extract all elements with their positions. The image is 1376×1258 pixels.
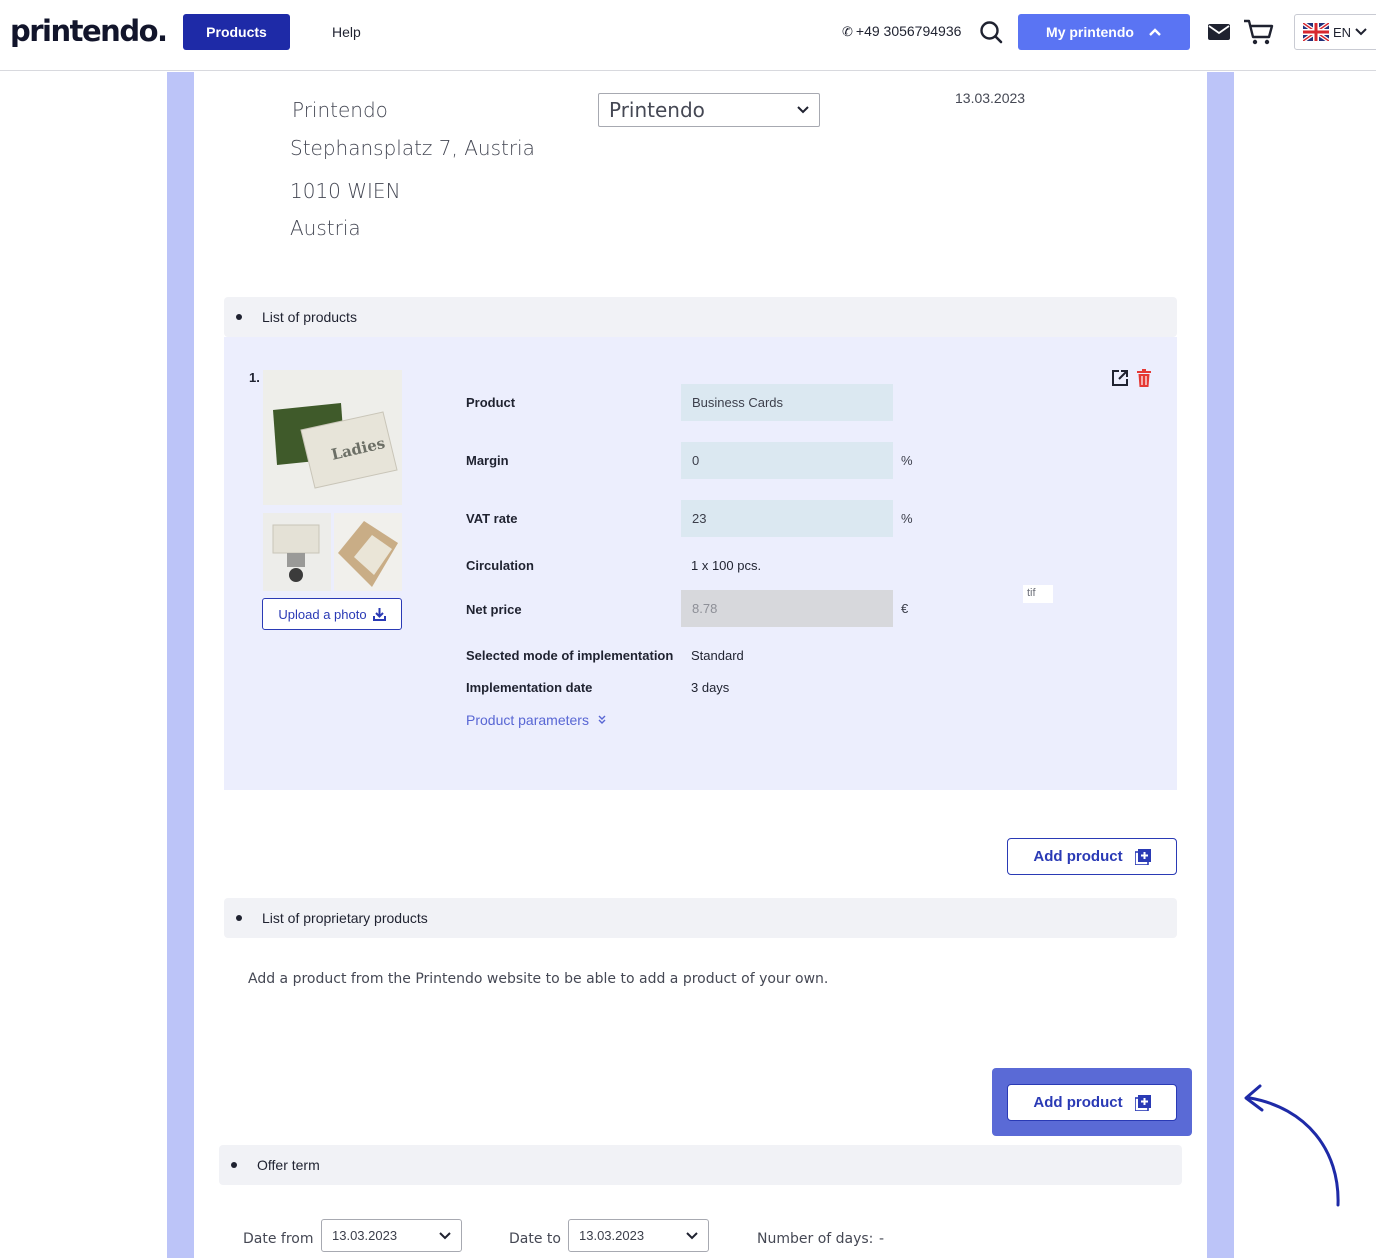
date-from-label: Date from [243, 1231, 314, 1247]
circulation-value: 1 x 100 pcs. [691, 558, 762, 573]
upload-photo-button[interactable]: Upload a photo [262, 598, 402, 630]
product-index: 1. [249, 370, 260, 385]
margin-label: Margin [466, 453, 509, 468]
chevron-down-icon [439, 1231, 451, 1239]
proprietary-note: Add a product from the Printendo website… [248, 971, 829, 987]
language-label: EN [1333, 24, 1352, 40]
external-link-icon[interactable] [1111, 369, 1129, 387]
help-link[interactable]: Help [332, 24, 361, 40]
chevron-down-icon [1355, 28, 1367, 36]
add-product-label: Add product [1033, 848, 1123, 865]
section-list-of-products: List of products [224, 297, 1177, 337]
chevron-down-icon [797, 106, 809, 114]
file-type-badge: tif [1023, 585, 1053, 603]
margin-field[interactable]: 0 [681, 442, 893, 479]
bullet-icon [236, 915, 242, 921]
company-select-value: Printendo [609, 98, 705, 122]
date-to-select[interactable]: 13.03.2023 [568, 1219, 709, 1252]
net-price-label: Net price [466, 602, 522, 617]
company-select[interactable]: Printendo [598, 93, 820, 127]
margin-unit: % [901, 453, 913, 468]
add-square-icon [1134, 848, 1151, 865]
product-label: Product [466, 395, 516, 410]
top-navigation: printendo. Products Help ✆ +49 305679493… [0, 0, 1376, 71]
product-image-main[interactable]: Ladies [263, 370, 402, 505]
language-selector[interactable]: EN [1294, 14, 1376, 50]
search-icon[interactable] [979, 20, 1003, 44]
address-country: Austria [290, 216, 361, 240]
number-of-days-value: - [879, 1231, 885, 1247]
section-offer-term: Offer term [219, 1145, 1182, 1185]
add-proprietary-product-button[interactable]: Add product [1007, 1084, 1177, 1121]
date-to-value: 13.03.2023 [579, 1228, 645, 1243]
curved-arrow-icon [1244, 1084, 1340, 1207]
chevron-up-icon [1149, 28, 1161, 36]
add-square-icon [1134, 1094, 1151, 1111]
date-to-label: Date to [509, 1231, 561, 1247]
offer-date: 13.03.2023 [955, 90, 1026, 106]
chevron-down-icon [686, 1231, 698, 1239]
product-parameters-link[interactable]: Product parameters [466, 712, 607, 728]
vat-unit: % [901, 511, 913, 526]
upload-label: Upload a photo [278, 606, 367, 622]
address-city: 1010 WIEN [290, 179, 401, 203]
section-title: List of proprietary products [262, 910, 428, 926]
uk-flag-icon [1303, 23, 1329, 41]
add-product-label: Add product [1033, 1094, 1123, 1111]
printendo-logo[interactable]: printendo. [10, 14, 168, 48]
product-field[interactable]: Business Cards [681, 384, 893, 421]
impl-date-label: Implementation date [466, 680, 593, 695]
impl-date-value: 3 days [691, 680, 730, 695]
date-from-select[interactable]: 13.03.2023 [321, 1219, 462, 1252]
section-title: List of products [262, 309, 357, 325]
vat-field[interactable]: 23 [681, 500, 893, 537]
my-printendo-button[interactable]: My printendo [1018, 14, 1190, 50]
date-from-value: 13.03.2023 [332, 1228, 398, 1243]
mode-value: Standard [691, 648, 744, 663]
section-title: Offer term [257, 1157, 320, 1173]
phone-text: +49 3056794936 [855, 23, 962, 39]
params-label: Product parameters [466, 712, 589, 728]
circulation-label: Circulation [466, 558, 534, 573]
phone-icon: ✆ [842, 24, 853, 39]
bullet-icon [231, 1162, 237, 1168]
net-price-field: 8.78 [681, 590, 893, 627]
vat-label: VAT rate [466, 511, 518, 526]
trash-icon[interactable] [1137, 369, 1151, 387]
products-button[interactable]: Products [183, 14, 290, 50]
number-of-days-label: Number of days: [757, 1231, 874, 1247]
net-price-unit: € [901, 601, 909, 616]
phone-number[interactable]: ✆ +49 3056794936 [842, 23, 961, 40]
my-printendo-label: My printendo [1046, 24, 1134, 40]
download-icon [372, 608, 386, 621]
bullet-icon [236, 314, 242, 320]
cart-icon[interactable] [1243, 18, 1275, 46]
product-image-thumb-1[interactable] [263, 513, 331, 591]
frame-right [1207, 72, 1234, 1258]
product-image-thumb-2[interactable] [334, 513, 402, 591]
address-company: Printendo [292, 98, 388, 122]
double-chevron-down-icon [598, 715, 606, 724]
address-street: Stephansplatz 7, Austria [290, 136, 535, 160]
frame-left [167, 72, 194, 1258]
add-product-button[interactable]: Add product [1007, 838, 1177, 875]
section-proprietary-products: List of proprietary products [224, 898, 1177, 938]
mail-icon[interactable] [1207, 22, 1231, 42]
mode-label: Selected mode of implementation [466, 648, 674, 663]
